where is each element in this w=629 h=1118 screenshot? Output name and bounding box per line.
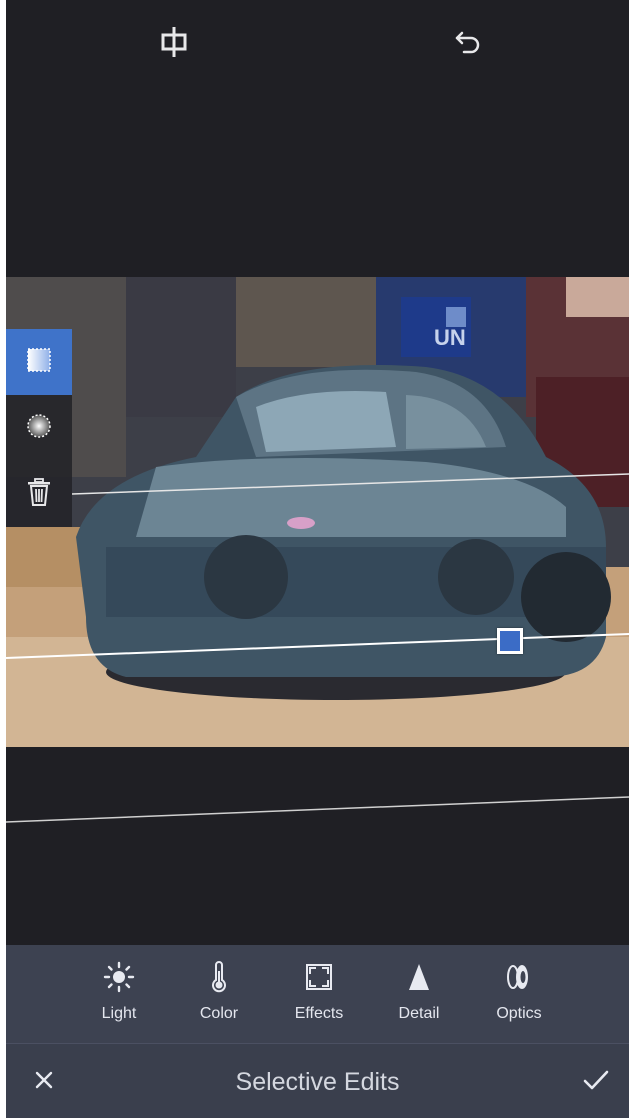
radial-gradient-icon [24, 411, 54, 446]
gradient-handle[interactable] [497, 628, 523, 654]
effects-icon [303, 961, 335, 993]
tool-light[interactable]: Light [79, 961, 159, 1031]
app-screen: UN Light Color Effects Detail Optics Sel… [6, 0, 629, 1118]
tool-color[interactable]: Color [179, 961, 259, 1031]
tool-effects[interactable]: Effects [279, 961, 359, 1031]
page-title: Selective Edits [235, 1068, 400, 1096]
trash-icon [26, 477, 52, 512]
sign-text: UN [434, 325, 466, 350]
compare-button[interactable] [150, 18, 198, 66]
compare-icon [160, 25, 188, 59]
confirm-button[interactable] [574, 1060, 618, 1104]
adjustment-toolbar: Light Color Effects Detail Optics [6, 945, 629, 1043]
tool-color-label: Color [199, 1005, 239, 1022]
delete-mask-button[interactable] [6, 461, 72, 527]
detail-icon [403, 961, 435, 993]
tool-optics[interactable]: Optics [479, 961, 559, 1031]
top-bar [6, 0, 629, 90]
thermometer-icon [203, 961, 235, 993]
gradient-guide-bottom [6, 796, 629, 823]
tool-light-label: Light [101, 1005, 137, 1022]
footer-bar: Selective Edits [6, 1043, 629, 1118]
sun-icon [103, 961, 135, 993]
tool-optics-label: Optics [496, 1005, 542, 1022]
optics-icon [503, 961, 535, 993]
photo-canvas[interactable]: UN [6, 277, 629, 747]
undo-icon [453, 29, 483, 55]
tool-detail[interactable]: Detail [379, 961, 459, 1031]
linear-gradient-button[interactable] [6, 329, 72, 395]
checkmark-icon [583, 1069, 609, 1096]
mask-tools-panel [6, 329, 72, 527]
tool-effects-label: Effects [294, 1005, 344, 1022]
radial-gradient-button[interactable] [6, 395, 72, 461]
undo-button[interactable] [444, 18, 492, 66]
linear-gradient-icon [24, 345, 54, 380]
tool-detail-label: Detail [398, 1005, 440, 1022]
